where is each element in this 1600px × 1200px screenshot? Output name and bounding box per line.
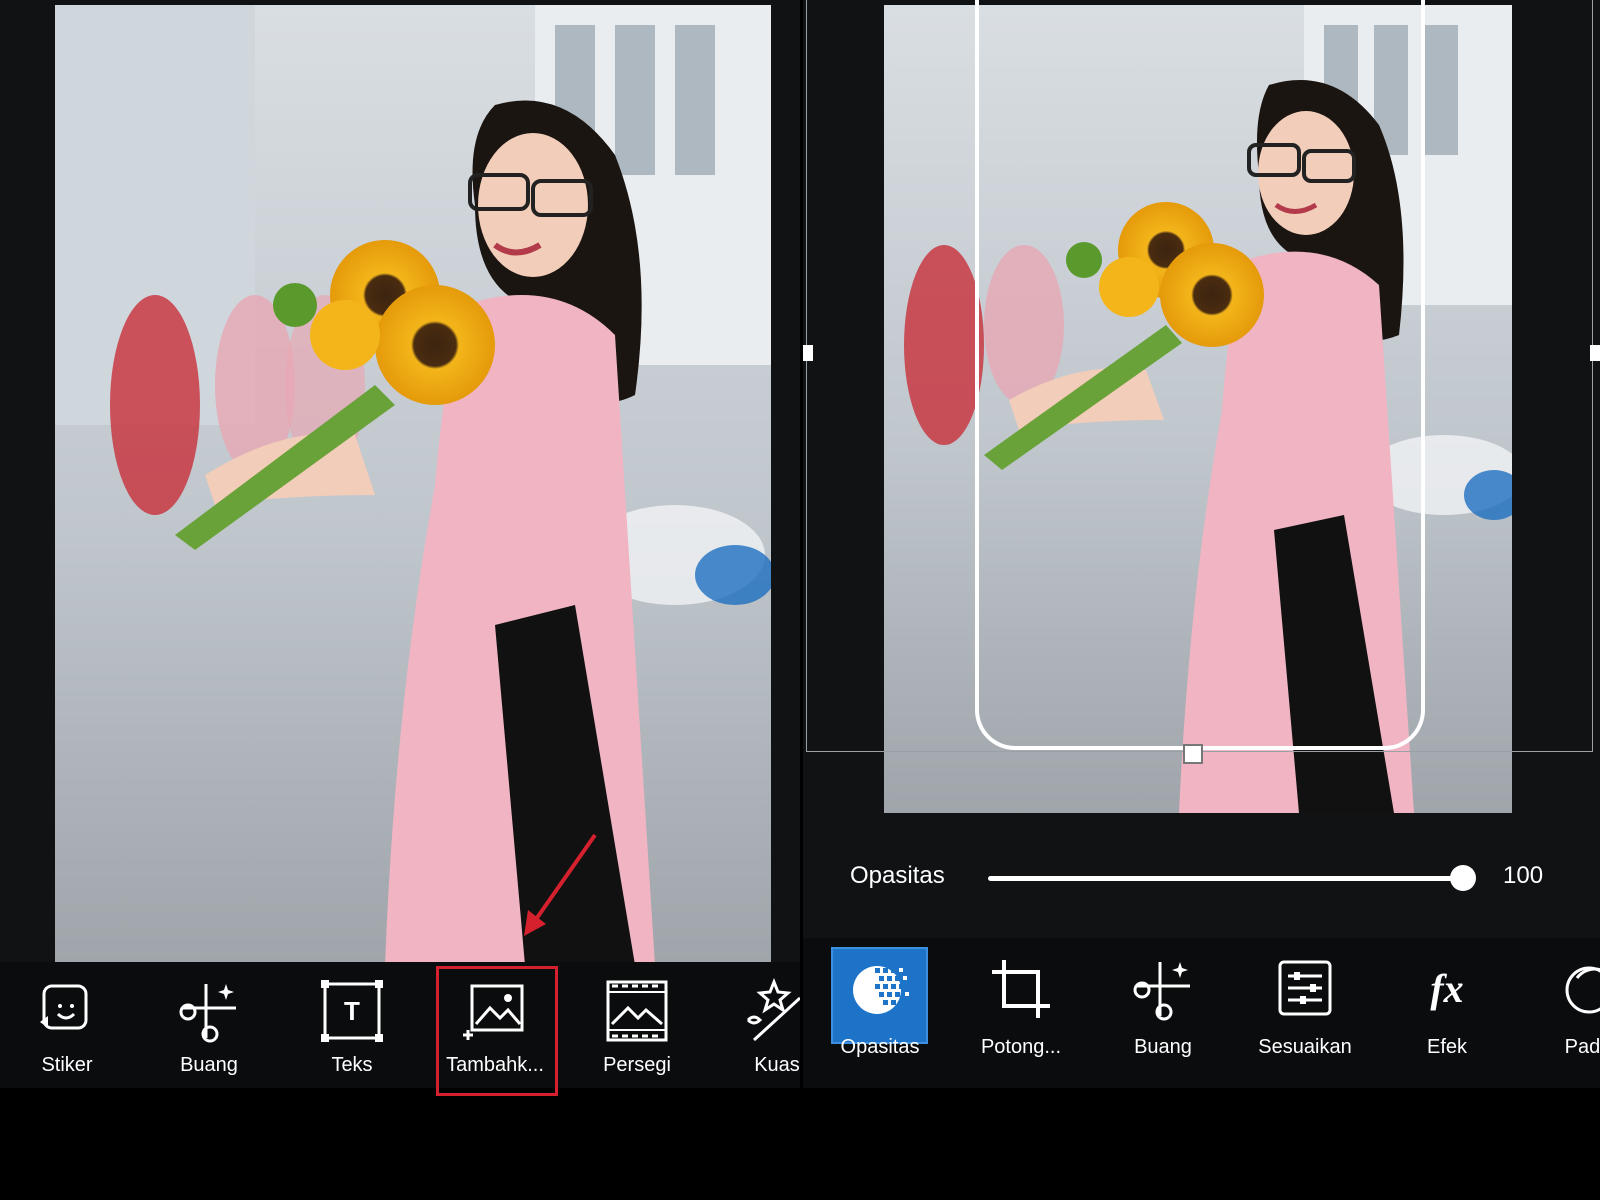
- opacity-value: 100: [1503, 862, 1544, 889]
- crop-label: Potong...: [980, 1036, 1062, 1058]
- blend-icon: [1555, 956, 1600, 1022]
- sticker-label: Stiker: [41, 1054, 93, 1076]
- adjust-label: Sesuaikan: [1258, 1036, 1352, 1058]
- adjust-tool[interactable]: Sesuaikan: [1240, 956, 1370, 1059]
- opacity-label: Opasitas: [850, 862, 945, 889]
- effects-label: Efek: [1426, 1036, 1468, 1058]
- left-tool-bar: Stiker Buang T Teks Tambahk... Persegi K…: [0, 962, 800, 1088]
- sticker-tool[interactable]: Stiker: [2, 978, 132, 1077]
- brush-tool[interactable]: Kuas: [712, 977, 800, 1077]
- highlight-annotation-box: [436, 966, 558, 1096]
- crop-tool[interactable]: Potong...: [956, 956, 1086, 1059]
- text-tool[interactable]: T Teks: [287, 978, 417, 1077]
- portrait-photo: [55, 5, 771, 962]
- svg-text:fx: fx: [1430, 966, 1463, 1011]
- svg-text:T: T: [344, 996, 360, 1026]
- text-icon: T: [319, 978, 385, 1044]
- overlay-phone-frame[interactable]: [975, 0, 1425, 750]
- remove-label-right: Buang: [1134, 1036, 1192, 1058]
- photo-canvas[interactable]: [55, 5, 771, 962]
- left-resize-handle[interactable]: [803, 345, 813, 361]
- remove-tool-right[interactable]: Buang: [1098, 956, 1228, 1059]
- blend-tool[interactable]: Padu: [1523, 956, 1600, 1059]
- brush-label: Kuas: [754, 1054, 800, 1076]
- adjust-icon: [1272, 956, 1338, 1022]
- right-editor-panel: Opasitas 100 Opasitas Potong... Buang Se…: [803, 0, 1600, 1088]
- fx-icon: fx: [1414, 956, 1480, 1022]
- opacity-control: Opasitas 100: [803, 848, 1600, 908]
- blend-label: Padu: [1564, 1036, 1600, 1058]
- right-tool-bar: Opasitas Potong... Buang Sesuaikan fx Ef…: [803, 938, 1600, 1088]
- opacity-tool-label: Opasitas: [840, 1036, 920, 1058]
- opacity-slider-knob[interactable]: [1450, 865, 1476, 891]
- text-label: Teks: [331, 1054, 373, 1076]
- square-fit-icon: [604, 978, 670, 1044]
- bottom-resize-handle[interactable]: [1183, 744, 1203, 764]
- left-editor-panel: Stiker Buang T Teks Tambahk... Persegi K…: [0, 0, 800, 1088]
- square-fit-tool[interactable]: Persegi: [572, 978, 702, 1077]
- remove-scissors-icon: [1130, 956, 1196, 1022]
- right-resize-handle[interactable]: [1590, 345, 1600, 361]
- opacity-slider-track[interactable]: [988, 876, 1463, 881]
- opacity-tool[interactable]: Opasitas: [815, 956, 945, 1059]
- remove-label: Buang: [180, 1054, 238, 1076]
- square-fit-label: Persegi: [603, 1054, 671, 1076]
- brush-icon: [744, 977, 800, 1044]
- remove-tool[interactable]: Buang: [144, 978, 274, 1077]
- crop-icon: [988, 956, 1054, 1022]
- sticker-icon: [34, 978, 100, 1044]
- remove-scissors-icon: [176, 978, 242, 1044]
- opacity-icon: [847, 956, 913, 1022]
- effects-tool[interactable]: fx Efek: [1382, 956, 1512, 1059]
- red-arrow-annotation: [524, 833, 597, 936]
